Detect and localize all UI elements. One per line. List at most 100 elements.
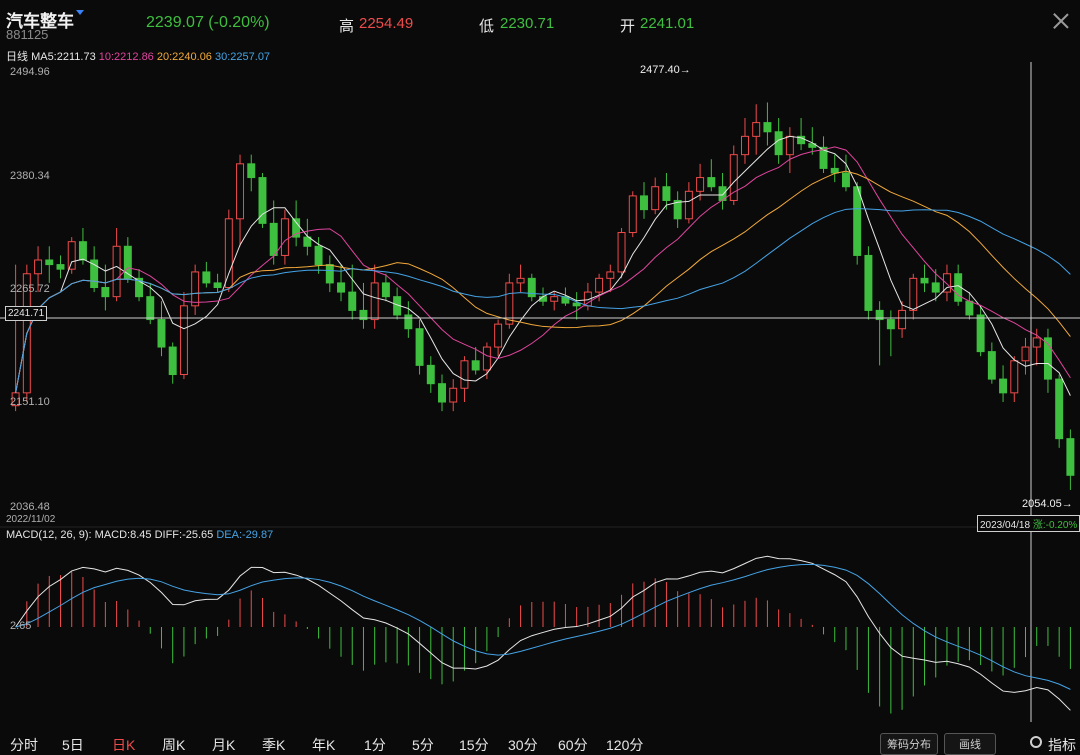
candle-body — [337, 282, 345, 293]
candle-body — [471, 360, 480, 371]
tab-5day[interactable]: 5日 — [62, 735, 84, 755]
crosshair-price-label: 2241.71 — [5, 306, 48, 321]
candle-body — [785, 135, 794, 156]
candle-body — [684, 190, 693, 220]
macd-label: MACD(12, 26, 9): — [6, 529, 92, 541]
dea-value: DEA:-29.87 — [216, 529, 274, 541]
candle-body — [381, 282, 390, 298]
tab-120min[interactable]: 120分 — [606, 735, 643, 755]
tab-1min[interactable]: 1分 — [364, 735, 386, 755]
candle-body — [269, 222, 278, 256]
candle-body — [56, 264, 65, 270]
candle-body — [640, 195, 648, 211]
tab-yearly-k[interactable]: 年K — [312, 735, 335, 755]
candle-body — [752, 122, 761, 137]
candle-body — [325, 264, 334, 284]
candle-body — [976, 314, 985, 353]
candle-body — [236, 163, 245, 220]
candle-body — [965, 300, 974, 316]
diff-value: DIFF:-25.65 — [154, 529, 214, 541]
tab-5min[interactable]: 5分 — [412, 735, 434, 755]
candle-body — [67, 241, 76, 270]
candle-body — [191, 271, 200, 307]
indicator-button[interactable]: 指标 — [1048, 735, 1076, 755]
chip-distribution-button[interactable]: 筹码分布 — [880, 733, 938, 755]
tab-60min[interactable]: 60分 — [558, 735, 588, 755]
low-annotation: 2054.05→ — [1022, 498, 1073, 510]
tab-weekly-k[interactable]: 周K — [162, 735, 185, 755]
tab-quarterly-k[interactable]: 季K — [262, 735, 285, 755]
candle-body — [830, 167, 839, 174]
tab-30min[interactable]: 30分 — [508, 735, 538, 755]
candle-body — [34, 259, 43, 275]
price-tick: 2265.72 — [10, 283, 50, 295]
candle-body — [1066, 438, 1075, 476]
candle-body — [213, 282, 222, 288]
candle-body — [987, 351, 996, 380]
tab-daily-k[interactable]: 日K — [112, 735, 135, 755]
candle-body — [606, 271, 615, 279]
tab-15min[interactable]: 15分 — [459, 735, 489, 755]
candle-body — [247, 163, 256, 179]
price-tick: 2380.34 — [10, 170, 50, 182]
candle-body — [426, 364, 435, 385]
candle-body — [404, 314, 413, 330]
crosshair-date: 2023/04/18 — [980, 520, 1031, 531]
candle-body — [438, 383, 446, 403]
candle-body — [449, 387, 458, 403]
candle-body — [482, 346, 491, 371]
candle-body — [898, 309, 907, 330]
macd-value: MACD:8.45 — [94, 529, 152, 541]
diff-line — [15, 555, 1071, 711]
candle-body — [101, 286, 110, 298]
candle-body — [999, 378, 1008, 394]
draw-line-button[interactable]: 画线 — [944, 733, 996, 755]
candle-body — [572, 302, 581, 307]
price-tick: 2151.10 — [10, 396, 50, 408]
candle-body — [179, 305, 188, 376]
candle-body — [370, 282, 379, 321]
candle-body — [348, 291, 357, 311]
candle-body — [550, 296, 559, 302]
candle-body — [886, 319, 895, 330]
candle-body — [112, 245, 121, 298]
candle-body — [494, 323, 503, 348]
candle-body — [157, 319, 166, 348]
candle-body — [853, 186, 862, 256]
candle-body — [741, 135, 749, 156]
candle-body — [168, 346, 177, 376]
candle-body — [696, 177, 705, 192]
candle-body — [292, 218, 301, 238]
candle-body — [202, 271, 211, 284]
candle-body — [628, 195, 637, 234]
candle-body — [280, 218, 289, 256]
candle-body — [78, 241, 87, 261]
candle-body — [763, 122, 772, 133]
candle-body — [460, 360, 469, 389]
gear-icon[interactable] — [1030, 736, 1042, 748]
candle-body — [909, 277, 918, 311]
candle-body — [864, 254, 873, 311]
candle-body — [595, 277, 604, 293]
price-tick: 2036.48 — [10, 501, 50, 513]
candlestick-chart[interactable] — [0, 0, 1080, 728]
macd-legend: MACD(12, 26, 9): MACD:8.45 DIFF:-25.65 D… — [6, 529, 273, 541]
macd-axis-tick: 2.65 — [10, 620, 32, 632]
candle-body — [707, 177, 716, 188]
candle-body — [146, 296, 155, 321]
candle-body — [314, 245, 323, 266]
candle-body — [516, 277, 525, 284]
candle-body — [415, 328, 424, 366]
candle-body — [1055, 378, 1064, 440]
tab-intraday[interactable]: 分时 — [10, 735, 38, 755]
candle-body — [920, 277, 929, 284]
tab-monthly-k[interactable]: 月K — [212, 735, 235, 755]
period-tabs-bar: 分时 5日 日K 周K 月K 季K 年K 1分 5分 15分 30分 60分 1… — [0, 728, 1080, 755]
candle-body — [1021, 346, 1030, 362]
crosshair-change: 涨:-0.20% — [1032, 520, 1078, 531]
candle-body — [651, 186, 660, 211]
price-tick: 2494.96 — [10, 66, 50, 78]
candle-body — [617, 232, 626, 273]
high-annotation: 2477.40→ — [640, 64, 691, 76]
candle-body — [1010, 360, 1019, 394]
